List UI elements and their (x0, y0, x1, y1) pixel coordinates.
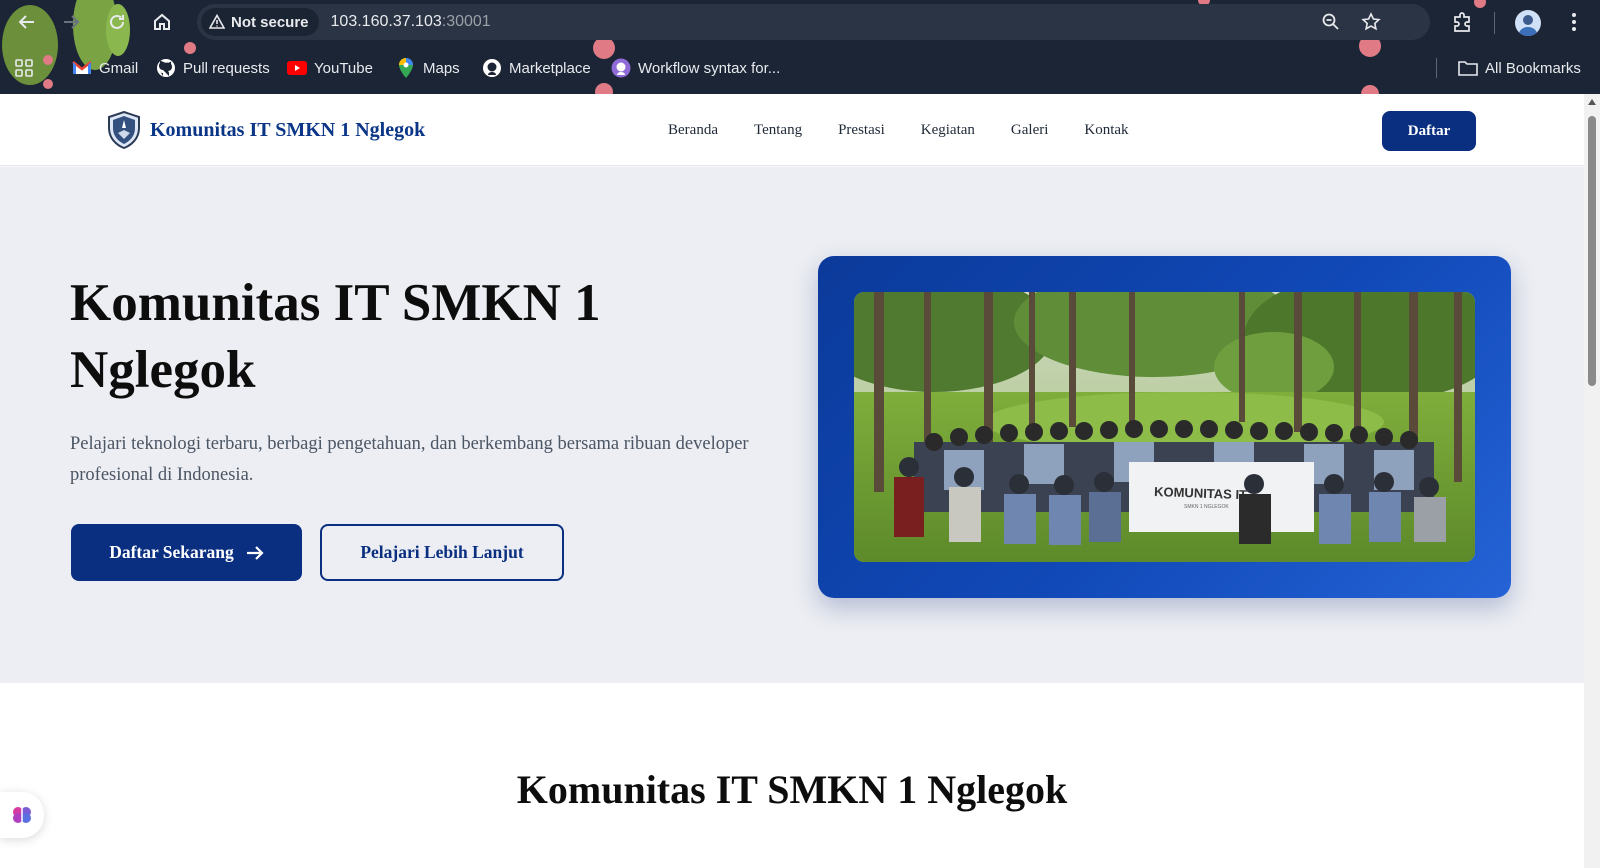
banner-subtext: SMKN 1 NGLEGOK (1184, 504, 1229, 510)
brand-link[interactable]: Komunitas IT SMKN 1 Nglegok (107, 111, 425, 149)
apps-button[interactable] (14, 51, 34, 85)
daftar-sekarang-label: Daftar Sekarang (109, 542, 234, 562)
pelajari-lebih-lanjut-button[interactable]: Pelajari Lebih Lanjut (320, 524, 564, 581)
gmail-icon (72, 58, 92, 78)
url-host: 103.160.37.103 (330, 13, 442, 30)
profile-avatar[interactable] (1515, 10, 1541, 36)
menu-item-prestasi[interactable]: Prestasi (838, 122, 885, 139)
page-viewport: Komunitas IT SMKN 1 Nglegok Beranda Tent… (0, 94, 1584, 868)
menu-item-kontak[interactable]: Kontak (1084, 122, 1128, 139)
bookmark-gmail[interactable]: Gmail (72, 51, 138, 85)
github-icon (482, 58, 502, 78)
community-group-photo: KOMUNITAS IT SMKN 1 NGLEGOK (854, 292, 1475, 562)
menu-item-galeri[interactable]: Galeri (1011, 122, 1048, 139)
all-bookmarks-label: All Bookmarks (1485, 59, 1581, 77)
bookmark-marketplace[interactable]: Marketplace (482, 51, 591, 85)
apps-grid-icon (15, 59, 33, 77)
menu-item-tentang[interactable]: Tentang (754, 122, 802, 139)
maps-icon (396, 58, 416, 78)
forward-button[interactable] (56, 8, 86, 36)
all-bookmarks-button[interactable]: All Bookmarks (1458, 51, 1581, 85)
bookmarks-divider (1436, 58, 1437, 78)
daftar-sekarang-button[interactable]: Daftar Sekarang (71, 524, 302, 581)
daftar-button[interactable]: Daftar (1382, 111, 1476, 151)
page-scrollbar[interactable] (1584, 94, 1600, 868)
security-label: Not secure (231, 13, 309, 31)
security-chip[interactable]: Not secure (201, 8, 319, 36)
url-port: :30001 (441, 13, 491, 30)
hero-section: Komunitas IT SMKN 1 Nglegok Pelajari tek… (0, 167, 1584, 683)
hero-description: Pelajari teknologi terbaru, berbagi peng… (70, 434, 749, 485)
extensions-icon[interactable] (1448, 8, 1476, 36)
zoom-icon[interactable] (1319, 10, 1343, 34)
brand-name: Komunitas IT SMKN 1 Nglegok (150, 118, 426, 141)
toolbar-divider (1494, 12, 1495, 34)
section-title: Komunitas IT SMKN 1 Nglegok (516, 767, 1068, 812)
brain-icon (13, 807, 31, 823)
reload-button[interactable] (102, 8, 132, 36)
folder-icon (1458, 58, 1478, 78)
youtube-icon (287, 58, 307, 78)
bookmark-youtube[interactable]: YouTube (287, 51, 373, 85)
browser-chrome: Not secure 103.160.37.103:30001 Gmail Pu… (0, 0, 1600, 94)
bookmark-label: YouTube (314, 59, 373, 77)
home-button[interactable] (147, 8, 177, 36)
bookmark-workflow-syntax[interactable]: Workflow syntax for... (611, 51, 780, 85)
bookmark-label: Gmail (99, 59, 139, 77)
hero-photo-card: KOMUNITAS IT SMKN 1 NGLEGOK (818, 256, 1511, 598)
arrow-right-icon (246, 545, 264, 560)
url-text[interactable]: 103.160.37.103:30001 (331, 13, 491, 31)
back-button[interactable] (12, 8, 42, 36)
bookmark-label: Pull requests (183, 59, 270, 77)
bookmark-star-icon[interactable] (1359, 10, 1383, 34)
bookmark-label: Maps (423, 59, 460, 77)
floating-assistant-button[interactable] (0, 792, 44, 838)
scrollbar-thumb[interactable] (1588, 116, 1596, 386)
site-navbar: Komunitas IT SMKN 1 Nglegok Beranda Tent… (0, 94, 1584, 166)
warning-icon (209, 14, 225, 29)
menu-kebab-icon[interactable] (1560, 8, 1588, 36)
bookmark-label: Marketplace (509, 59, 591, 77)
bookmarks-bar: Gmail Pull requests YouTube Maps Marketp… (0, 51, 1600, 85)
shield-logo-icon (108, 111, 140, 149)
address-bar[interactable]: Not secure 103.160.37.103:30001 (197, 4, 1430, 40)
main-menu: Beranda Tentang Prestasi Kegiatan Galeri… (668, 122, 1165, 139)
bookmark-pull-requests[interactable]: Pull requests (156, 51, 270, 85)
scroll-up-arrow-icon[interactable] (1587, 98, 1597, 106)
github-icon (611, 58, 631, 78)
menu-item-beranda[interactable]: Beranda (668, 122, 718, 139)
github-icon (156, 58, 176, 78)
bookmark-maps[interactable]: Maps (396, 51, 460, 85)
menu-item-kegiatan[interactable]: Kegiatan (921, 122, 975, 139)
bookmark-label: Workflow syntax for... (638, 59, 781, 77)
hero-title: Komunitas IT SMKN 1 Nglegok (70, 274, 601, 399)
